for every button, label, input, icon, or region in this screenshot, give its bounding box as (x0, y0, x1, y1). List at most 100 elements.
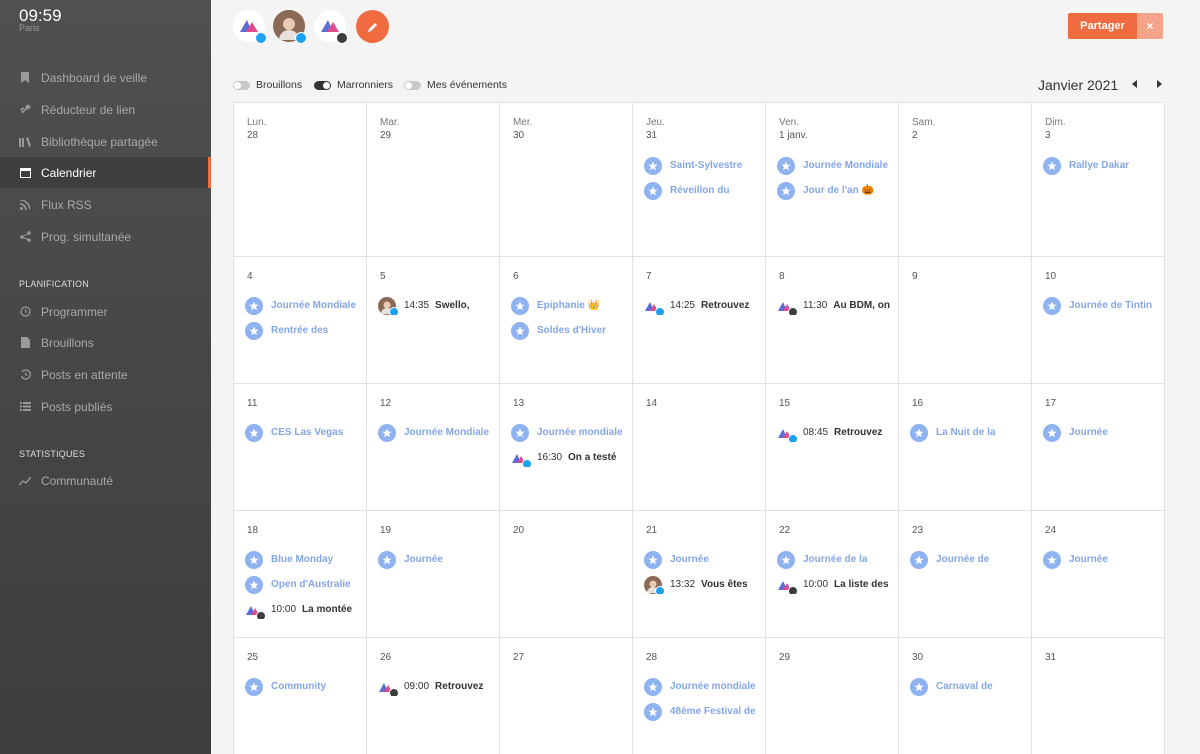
calendar-day-cell[interactable]: 7 14:25 Retrouvez (633, 257, 766, 384)
marronnier-event[interactable]: Journée Mondiale (245, 296, 362, 315)
scheduled-post[interactable]: 09:00 Retrouvez (378, 677, 495, 696)
clock-icon (19, 306, 31, 318)
post-label: Retrouvez (834, 427, 883, 438)
calendar-day-cell[interactable]: 23 Journée de (899, 511, 1032, 638)
calendar-day-cell[interactable]: 26 09:00 Retrouvez (367, 638, 500, 754)
calendar-day-cell[interactable]: Mer. 30 (500, 103, 633, 257)
calendar-day-cell[interactable]: 22 Journée de la 10:00 La liste des (766, 511, 899, 638)
nav-brouillons[interactable]: Brouillons (0, 327, 211, 358)
close-button[interactable]: × (1137, 13, 1163, 39)
calendar-day-cell[interactable]: 24 Journée (1032, 511, 1165, 638)
marronnier-event[interactable]: CES Las Vegas (245, 423, 362, 442)
calendar-day-cell[interactable]: 14 (633, 384, 766, 511)
scheduled-post[interactable]: 11:30 Au BDM, on (777, 296, 894, 315)
calendar-day-cell[interactable]: 27 (500, 638, 633, 754)
calendar-day-cell[interactable]: 9 (899, 257, 1032, 384)
calendar-day-cell[interactable]: 21 Journée 13:32 Vous êtes (633, 511, 766, 638)
scheduled-post[interactable]: 10:00 La montée (245, 600, 362, 619)
marronnier-event[interactable]: Blue Monday (245, 550, 362, 569)
calendar-day-cell[interactable]: 16 La Nuit de la (899, 384, 1032, 511)
calendar-day-cell[interactable]: 18 Blue Monday Open d'Australie 10:00 La mon… (234, 511, 367, 638)
calendar-day-cell[interactable]: 5 14:35 Swello, (367, 257, 500, 384)
share-button[interactable]: Partager (1068, 13, 1137, 39)
scheduled-post[interactable]: 16:30 On a testé (511, 448, 628, 467)
marronnier-event[interactable]: Saint-Sylvestre (644, 156, 761, 175)
calendar-day-cell[interactable]: 19 Journée (367, 511, 500, 638)
calendar-day-cell[interactable]: 30 Carnaval de (899, 638, 1032, 754)
scheduled-post[interactable]: 10:00 La liste des (777, 575, 894, 594)
event-label: Journée (1069, 427, 1108, 438)
marronnier-event[interactable]: Journée (1043, 423, 1160, 442)
account-avatar-facebook-logo[interactable] (314, 10, 348, 44)
nav-flux-rss[interactable]: Flux RSS (0, 189, 211, 220)
calendar-day-cell[interactable]: 20 (500, 511, 633, 638)
marronnier-event[interactable]: Journée (378, 550, 495, 569)
scheduled-post[interactable]: 14:35 Swello, (378, 296, 495, 315)
calendar-day-cell[interactable]: 4 Journée Mondiale Rentrée des (234, 257, 367, 384)
toggle-marronniers[interactable]: Marronniers (314, 79, 393, 91)
marronnier-event[interactable]: Journée mondiale (511, 423, 628, 442)
next-month-arrow-icon[interactable] (1157, 80, 1162, 88)
nav-communaute[interactable]: Communauté (0, 465, 211, 496)
marronnier-event[interactable]: Journée (644, 550, 761, 569)
marronnier-event[interactable]: Journée de la (777, 550, 894, 569)
marronnier-event[interactable]: Journée de (910, 550, 1027, 569)
calendar-day-cell[interactable]: 31 (1032, 638, 1165, 754)
calendar-day-cell[interactable]: 29 (766, 638, 899, 754)
scheduled-post[interactable]: 08:45 Retrouvez (777, 423, 894, 442)
switch-off[interactable] (404, 80, 421, 90)
nav-dashboard-de-veille[interactable]: Dashboard de veille (0, 62, 211, 93)
calendar-day-cell[interactable]: 8 11:30 Au BDM, on (766, 257, 899, 384)
calendar-day-cell[interactable]: Sam. 2 (899, 103, 1032, 257)
calendar-day-cell[interactable]: Jeu. 31 Saint-Sylvestre Réveillon du (633, 103, 766, 257)
scheduled-post[interactable]: 14:25 Retrouvez (644, 296, 761, 315)
nav-programmer[interactable]: Programmer (0, 296, 211, 327)
marronnier-event[interactable]: Soldes d'Hiver (511, 321, 628, 340)
marronnier-event[interactable]: Journée Mondiale (378, 423, 495, 442)
marronnier-event[interactable]: Rallye Dakar (1043, 156, 1160, 175)
calendar-day-cell[interactable]: 25 Community (234, 638, 367, 754)
nav-reducteur-de-lien[interactable]: Réducteur de lien (0, 94, 211, 125)
calendar-day-cell[interactable]: 11 CES Las Vegas (234, 384, 367, 511)
calendar-day-cell[interactable]: Ven. 1 janv. Journée Mondiale Jour de l'an … (766, 103, 899, 257)
calendar-day-cell[interactable]: 6 Epiphanie 👑 Soldes d'Hiver (500, 257, 633, 384)
prev-month-arrow-icon[interactable] (1132, 80, 1137, 88)
switch-off[interactable] (233, 80, 250, 90)
calendar-day-cell[interactable]: 13 Journée mondiale 16:30 On a testé (500, 384, 633, 511)
nav-posts-en-attente[interactable]: Posts en attente (0, 359, 211, 390)
scheduled-post[interactable]: 13:32 Vous êtes (644, 575, 761, 594)
calendar-day-cell[interactable]: Dim. 3 Rallye Dakar (1032, 103, 1165, 257)
marronnier-event[interactable]: Journée Mondiale (777, 156, 894, 175)
calendar-day-cell[interactable]: 15 08:45 Retrouvez (766, 384, 899, 511)
nav-prog-simultanee[interactable]: Prog. simultanée (0, 221, 211, 252)
marronnier-event[interactable]: Jour de l'an 🎃 (777, 181, 894, 200)
calendar-day-cell[interactable]: 17 Journée (1032, 384, 1165, 511)
nav-posts-publies[interactable]: Posts publiés (0, 391, 211, 422)
marronnier-event[interactable]: 48ème Festival de (644, 702, 761, 721)
account-avatar-twitter-logo[interactable] (233, 10, 267, 44)
marronnier-event[interactable]: Journée (1043, 550, 1160, 569)
calendar-day-cell[interactable]: 12 Journée Mondiale (367, 384, 500, 511)
toggle-mes-evenements[interactable]: Mes événements (404, 79, 507, 91)
star-icon (910, 677, 928, 696)
marronnier-event[interactable]: Carnaval de (910, 677, 1027, 696)
marronnier-event[interactable]: Journée de Tintin (1043, 296, 1160, 315)
calendar-day-cell[interactable]: Mar. 29 (367, 103, 500, 257)
edit-post-button[interactable] (356, 10, 389, 43)
marronnier-event[interactable]: Réveillon du (644, 181, 761, 200)
marronnier-event[interactable]: Community (245, 677, 362, 696)
account-avatar-twitter-person[interactable] (273, 10, 307, 44)
marronnier-event[interactable]: Epiphanie 👑 (511, 296, 628, 315)
toggle-brouillons[interactable]: Brouillons (233, 79, 302, 91)
calendar-day-cell[interactable]: 10 Journée de Tintin (1032, 257, 1165, 384)
day-number: 25 (247, 652, 259, 663)
marronnier-event[interactable]: Rentrée des (245, 321, 362, 340)
nav-bibliotheque-partagee[interactable]: Bibliothèque partagée (0, 126, 211, 157)
switch-on[interactable] (314, 80, 331, 90)
marronnier-event[interactable]: Journée mondiale (644, 677, 761, 696)
marronnier-event[interactable]: Open d'Australie (245, 575, 362, 594)
calendar-day-cell[interactable]: Lun. 28 (234, 103, 367, 257)
marronnier-event[interactable]: La Nuit de la (910, 423, 1027, 442)
nav-calendrier[interactable]: Calendrier (0, 157, 211, 188)
calendar-day-cell[interactable]: 28 Journée mondiale 48ème Festival de (633, 638, 766, 754)
